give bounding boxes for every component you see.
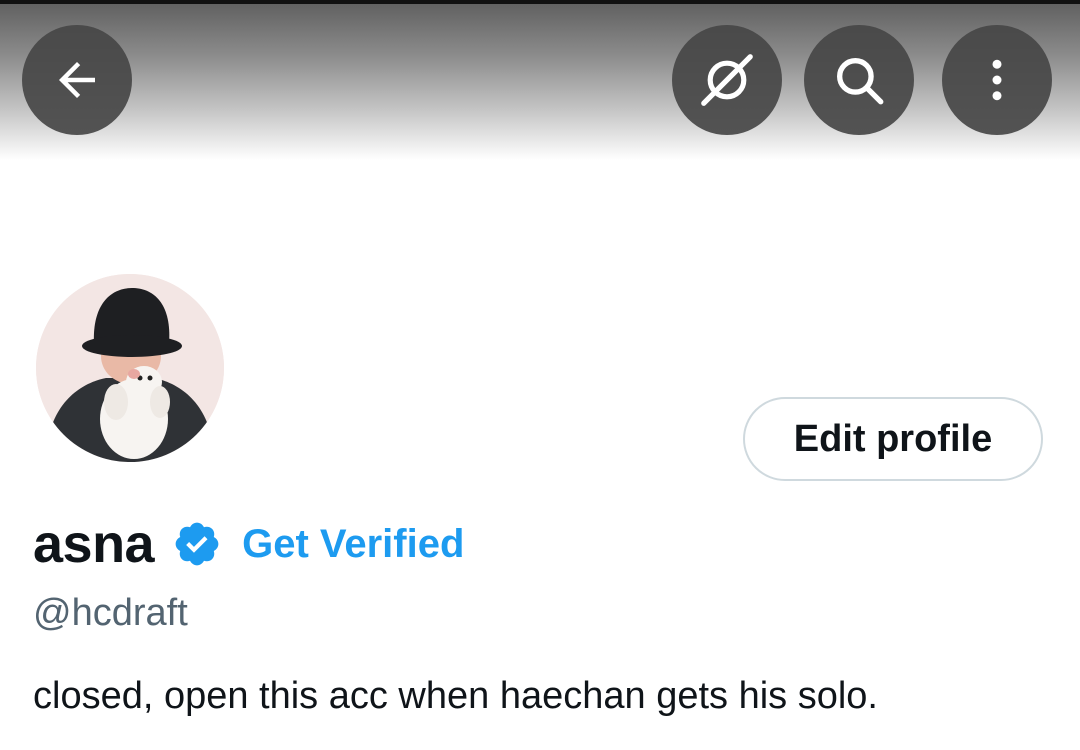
avatar-image [36,274,224,462]
search-icon [830,51,888,109]
hide-button[interactable] [672,25,782,135]
avatar[interactable] [32,270,228,466]
edit-profile-button[interactable]: Edit profile [743,397,1043,481]
arrow-left-icon [50,53,104,107]
profile-banner [0,0,1080,160]
get-verified-link[interactable]: Get Verified [242,522,464,567]
profile-screen: Edit profile asna Get Verified @hcdraft … [0,0,1080,750]
profile-handle: @hcdraft [33,592,188,634]
profile-bio: closed, open this acc when haechan gets … [33,675,878,717]
more-options-button[interactable] [942,25,1052,135]
display-name: asna [33,514,155,574]
eye-off-icon [696,49,758,111]
back-button[interactable] [22,25,132,135]
more-vertical-icon [970,53,1024,107]
verified-badge-icon[interactable] [172,519,222,569]
name-row: asna Get Verified [33,512,464,576]
status-edge [0,0,1080,4]
search-button[interactable] [804,25,914,135]
